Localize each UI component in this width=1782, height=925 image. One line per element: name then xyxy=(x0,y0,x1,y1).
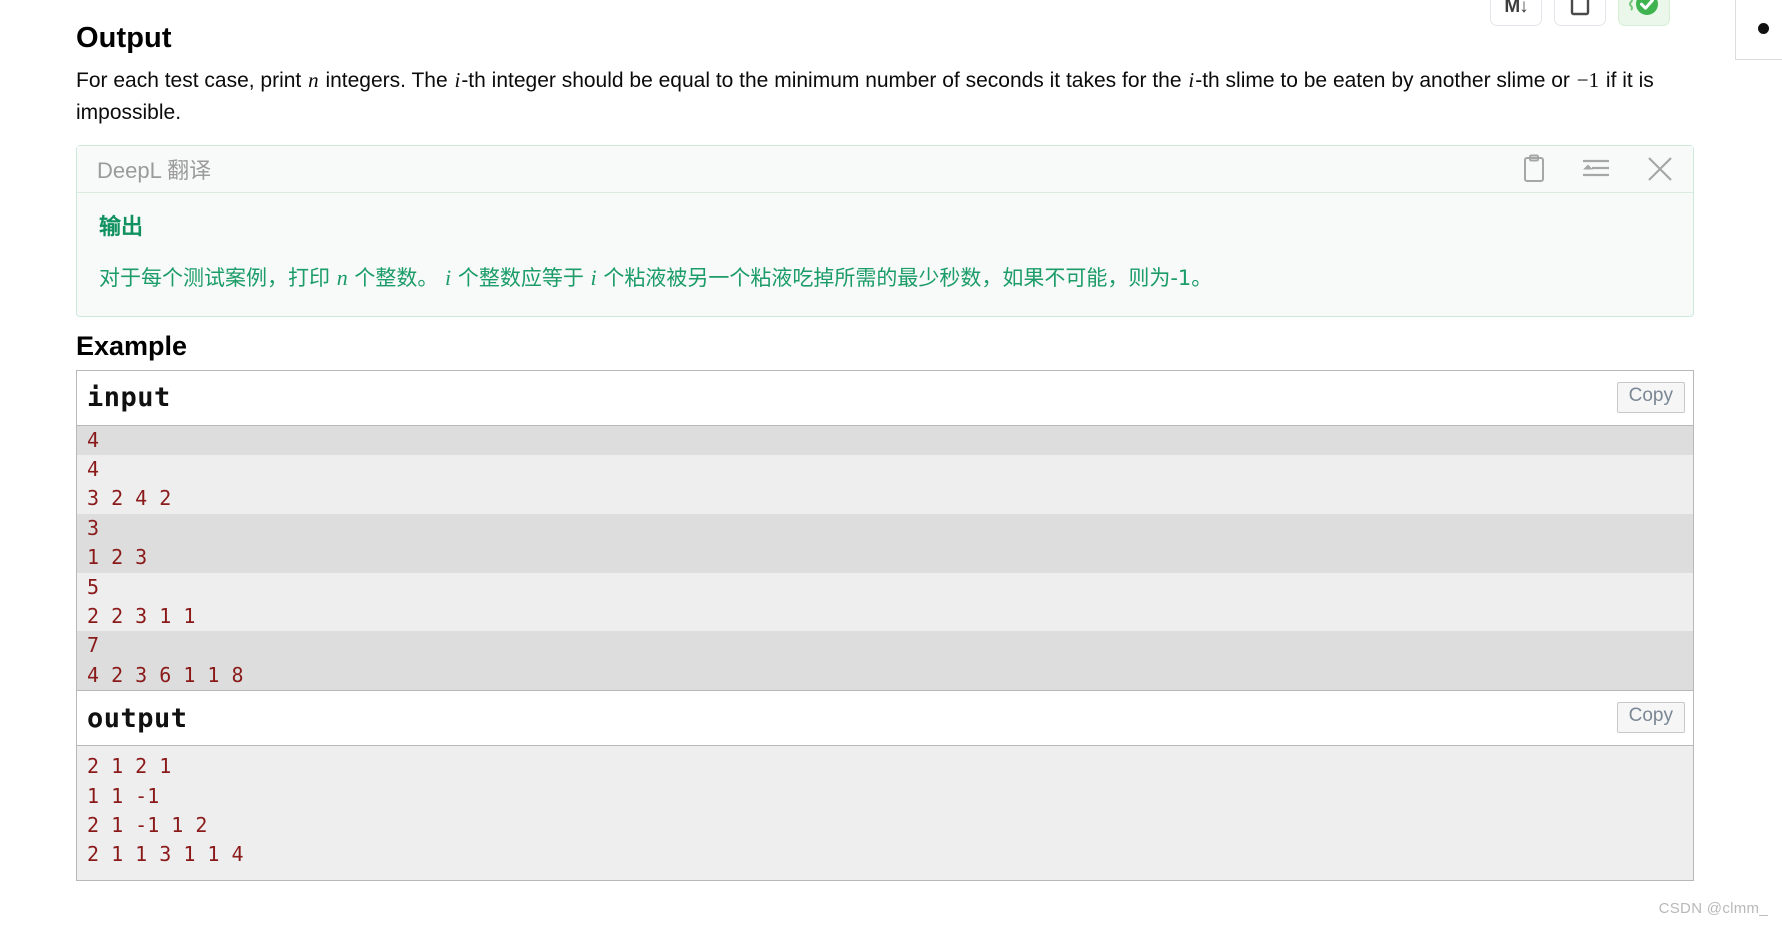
copy-translation-icon[interactable] xyxy=(1521,154,1547,184)
input-label: input xyxy=(87,382,171,414)
bullet-point-icon xyxy=(1758,23,1769,34)
code-line: 2 2 3 1 1 xyxy=(77,601,1693,632)
input-code-body: 443 2 4 231 2 352 2 3 1 174 2 3 6 1 1 8 xyxy=(77,425,1693,691)
copy-output-button[interactable]: Copy xyxy=(1616,702,1685,734)
math-num-negative-one: −1 xyxy=(1576,68,1600,92)
code-line: 4 xyxy=(77,455,1693,485)
code-line: 2 1 1 3 1 1 4 xyxy=(87,842,244,867)
problem-statement: For each test case, print n integers. Th… xyxy=(76,65,1696,129)
deepl-paragraph: 对于每个测试案例，打印 n 个整数。 i 个整数应等于 i 个粘液被另一个粘液吃… xyxy=(99,263,1671,294)
code-line: 2 1 2 1 xyxy=(87,754,172,779)
deepl-math-var-n: n xyxy=(336,264,348,290)
green-check-circle-icon xyxy=(1627,0,1661,23)
code-line: 1 2 3 xyxy=(77,543,1693,573)
deepl-seg-3: 个整数应等于 xyxy=(451,265,591,290)
code-line: 3 2 4 2 xyxy=(77,484,1693,514)
code-line: 1 1 -1 xyxy=(87,783,160,808)
square-page-icon xyxy=(1569,0,1591,22)
statement-part-4: -th slime to be eaten by another slime o… xyxy=(1195,69,1576,92)
close-translation-icon[interactable] xyxy=(1645,154,1675,184)
math-var-n: n xyxy=(308,68,319,92)
statement-part-1: For each test case, print xyxy=(76,69,308,92)
output-code-body: 2 1 2 1 1 1 -1 2 1 -1 1 2 2 1 1 3 1 1 4 xyxy=(77,746,1693,880)
output-header: output Copy xyxy=(77,691,1693,747)
deepl-translation-card: DeepL 翻译 输出 对于每个测试案例，打印 n 个整数。 i 个整数应等于 … xyxy=(76,144,1694,317)
code-line: 4 xyxy=(77,425,1693,455)
deepl-actions xyxy=(1521,154,1675,184)
deepl-title: DeepL 翻译 xyxy=(97,157,212,183)
statement-part-2: integers. The xyxy=(319,69,454,92)
markdown-down-icon: M↓ xyxy=(1504,0,1528,17)
code-line: 2 1 -1 1 2 xyxy=(87,812,208,837)
page-title: Output xyxy=(76,22,172,54)
code-line: 3 xyxy=(77,513,1693,544)
copy-input-button[interactable]: Copy xyxy=(1616,381,1685,413)
main-content: Output For each test case, print n integ… xyxy=(76,22,1696,881)
deepl-seg-2: 个整数。 xyxy=(347,265,446,290)
right-side-panel xyxy=(1735,0,1782,60)
deepl-seg-1: 对于每个测试案例，打印 xyxy=(99,265,337,290)
code-line: 7 xyxy=(77,631,1693,661)
example-input-block: input Copy 443 2 4 231 2 352 2 3 1 174 2… xyxy=(76,369,1694,692)
deepl-header: DeepL 翻译 xyxy=(77,145,1693,193)
example-output-block: output Copy 2 1 2 1 1 1 -1 2 1 -1 1 2 2 1 1… xyxy=(76,691,1694,881)
deepl-seg-4: 个粘液被另一个粘液吃掉所需的最少秒数，如果不可能，则为-1。 xyxy=(596,265,1213,290)
statement-part-3: -th integer should be equal to the minim… xyxy=(461,69,1188,92)
example-title: Example xyxy=(76,330,188,361)
code-line: 5 xyxy=(77,572,1693,602)
code-line: 4 2 3 6 1 1 8 xyxy=(77,660,1693,691)
watermark: CSDN @clmm_ xyxy=(1658,900,1768,917)
deepl-body: 输出 对于每个测试案例，打印 n 个整数。 i 个整数应等于 i 个粘液被另一个… xyxy=(77,193,1693,316)
format-translation-icon[interactable] xyxy=(1581,156,1611,182)
output-label: output xyxy=(87,702,188,734)
input-header: input Copy xyxy=(77,370,1693,426)
deepl-heading: 输出 xyxy=(99,214,144,240)
